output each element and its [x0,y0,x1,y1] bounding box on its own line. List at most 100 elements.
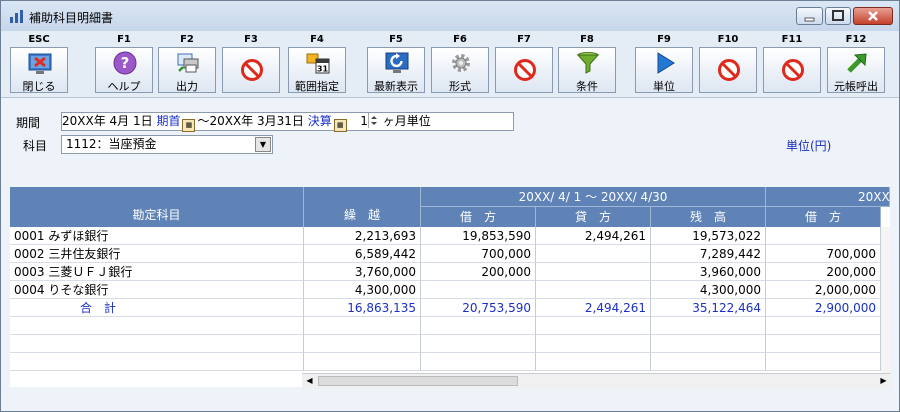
window-title: 補助科目明細書 [29,11,114,25]
range-select-button[interactable]: 31 範囲指定 [288,47,346,93]
ledger-call-button[interactable]: 元帳呼出 [827,47,885,93]
calendar-icon: 31 [306,53,330,74]
close-icon [868,11,878,21]
minimize-icon [804,17,815,22]
total-carry[interactable]: 16,863,135 [304,299,421,317]
disabled-icon [241,59,263,81]
calendar-picker-icon[interactable]: ▦ [333,119,347,132]
scroll-thumb[interactable] [318,376,518,386]
function-key-label: F3 [244,34,258,45]
scroll-left-icon[interactable]: ◀ [303,375,316,387]
table-cell-balance[interactable]: 4,300,000 [651,281,766,299]
function-key-label: F6 [453,34,467,45]
table-row-account[interactable]: 0003 三菱ＵＦＪ銀行 [10,263,304,281]
table-cell-carry[interactable]: 3,760,000 [304,263,421,281]
toolbar-slot-f5: F5 最新表示 [364,31,428,97]
table-row-account[interactable]: 0004 りそな銀行 [10,281,304,299]
gear-icon [452,54,470,72]
period-to-input[interactable]: 20XX年 3月31日 [209,114,303,128]
table-cell-balance[interactable]: 7,289,442 [651,245,766,263]
unit-count-input[interactable]: 1 [360,114,368,128]
conditions-button[interactable]: 条件 [558,47,616,93]
total-debit[interactable]: 20,753,590 [421,299,536,317]
empty-row [304,317,421,335]
minimize-button[interactable] [796,7,823,25]
function-key-label: F9 [657,34,671,45]
table-cell-credit[interactable] [536,281,651,299]
toolbar-slot-f12: F12 元帳呼出 [824,31,888,97]
account-select-value: 1112：当座預金 [66,137,157,151]
table-cell-credit[interactable]: 2,494,261 [536,227,651,245]
refresh-icon [385,52,409,73]
total-balance[interactable]: 35,122,464 [651,299,766,317]
help-button[interactable]: ? ヘルプ [95,47,153,93]
conditions-label: 条件 [576,80,598,93]
toolbar-slot-f6: F6 形式 [428,31,492,97]
empty-row [10,353,304,371]
table-cell-next-debit[interactable]: 700,000 [766,245,881,263]
table-cell-credit[interactable] [536,263,651,281]
total-row-label[interactable]: 合 計 [10,299,304,317]
f7-disabled-button[interactable] [495,47,553,93]
f3-disabled-button[interactable] [222,47,280,93]
empty-row [304,353,421,371]
header-account: 勘定科目 [10,187,304,227]
horizontal-scrollbar[interactable]: ◀ ▶ [302,373,891,389]
total-next-debit[interactable]: 2,900,000 [766,299,881,317]
chevron-down-icon[interactable]: ▼ [255,137,271,152]
close-screen-icon [28,53,52,74]
unit-count-stepper[interactable] [367,113,379,128]
play-icon [657,52,675,74]
period-from-input[interactable]: 20XX年 4月 1日 [62,114,153,128]
empty-row [766,335,881,353]
table-cell-balance[interactable]: 19,573,022 [651,227,766,245]
table-cell-next-debit[interactable]: 2,000,000 [766,281,881,299]
period-start-link[interactable]: 期首 [156,114,180,128]
toolbar-slot-esc: ESC 閉じる [7,31,71,97]
table-cell-next-debit[interactable] [766,227,881,245]
vertical-scroll-gutter[interactable] [881,227,890,387]
format-button[interactable]: 形式 [431,47,489,93]
table-cell-carry[interactable]: 6,589,442 [304,245,421,263]
empty-row [651,335,766,353]
table-cell-debit[interactable]: 200,000 [421,263,536,281]
account-select[interactable]: 1112：当座預金 ▼ [61,135,273,154]
empty-row [304,335,421,353]
refresh-button[interactable]: 最新表示 [367,47,425,93]
maximize-icon [832,10,844,21]
table-cell-credit[interactable] [536,245,651,263]
function-key-label: F8 [580,34,594,45]
total-credit[interactable]: 2,494,261 [536,299,651,317]
output-label: 出力 [176,80,198,93]
unit-suffix: ヶ月単位 [382,114,431,128]
output-button[interactable]: 出力 [158,47,216,93]
f10-disabled-button[interactable] [699,47,757,93]
table-row-account[interactable]: 0002 三井住友銀行 [10,245,304,263]
empty-row [536,353,651,371]
table-cell-next-debit[interactable]: 200,000 [766,263,881,281]
table-cell-debit[interactable]: 19,853,590 [421,227,536,245]
calendar-picker-icon[interactable]: ▦ [182,119,196,132]
table-cell-debit[interactable] [421,281,536,299]
unit-button[interactable]: 単位 [635,47,693,93]
toolbar-slot-f10: F10 [696,31,760,97]
f11-disabled-button[interactable] [763,47,821,93]
header-next-debit: 借 方 [766,207,881,227]
close-button[interactable] [853,7,893,25]
table-cell-debit[interactable]: 700,000 [421,245,536,263]
function-key-label: F1 [117,34,131,45]
function-key-label: ESC [28,34,50,45]
svg-text:?: ? [121,54,130,72]
scroll-right-icon[interactable]: ▶ [877,375,890,387]
print-icon [177,53,199,73]
table-cell-carry[interactable]: 2,213,693 [304,227,421,245]
table-row-account[interactable]: 0001 みずほ銀行 [10,227,304,245]
maximize-button[interactable] [825,7,851,25]
table-cell-balance[interactable]: 3,960,000 [651,263,766,281]
header-next-period-group: 20XX/ [766,187,890,207]
ledger-call-label: 元帳呼出 [834,80,878,93]
closing-link[interactable]: 決算 [308,114,332,128]
close-screen-button[interactable]: 閉じる [10,47,68,93]
period-separator: ～ [197,114,210,128]
table-cell-carry[interactable]: 4,300,000 [304,281,421,299]
